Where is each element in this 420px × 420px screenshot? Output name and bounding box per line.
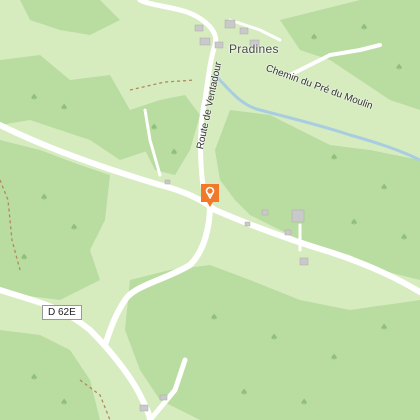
svg-text:♠: ♠ xyxy=(400,233,408,243)
svg-text:♠: ♠ xyxy=(330,353,338,363)
svg-text:♠: ♠ xyxy=(210,313,218,323)
place-label-pradines: Pradines xyxy=(229,42,279,56)
svg-text:♠: ♠ xyxy=(20,253,28,263)
map-canvas[interactable]: ♠ ♠ ♠ ♠ ♠ ♠ ♠ ♠ ♠ ♠ ♠ ♠ ♠ ♠ ♠ ♠ ♠ ♠ ♠ ♠ … xyxy=(0,0,420,420)
svg-text:♠: ♠ xyxy=(300,398,308,408)
svg-text:♠: ♠ xyxy=(360,23,368,33)
building xyxy=(244,221,251,227)
svg-text:♠: ♠ xyxy=(380,183,388,193)
building xyxy=(194,24,204,32)
road-ref-shield-d62e: D 62E xyxy=(42,305,82,320)
svg-text:♠: ♠ xyxy=(150,123,158,133)
building xyxy=(284,229,292,236)
svg-text:♠: ♠ xyxy=(170,148,178,158)
building xyxy=(164,179,171,185)
building xyxy=(214,41,224,49)
map-pin-icon xyxy=(201,184,219,207)
building xyxy=(239,27,249,35)
building xyxy=(159,394,168,401)
map-base-layer: ♠ ♠ ♠ ♠ ♠ ♠ ♠ ♠ ♠ ♠ ♠ ♠ ♠ ♠ ♠ ♠ ♠ ♠ ♠ ♠ … xyxy=(0,0,420,420)
building xyxy=(261,209,269,216)
svg-text:♠: ♠ xyxy=(380,323,388,333)
svg-text:♠: ♠ xyxy=(40,193,48,203)
svg-text:♠: ♠ xyxy=(60,103,68,113)
svg-text:♠: ♠ xyxy=(30,93,38,103)
svg-text:♠: ♠ xyxy=(270,333,278,343)
svg-text:♠: ♠ xyxy=(70,223,78,233)
building xyxy=(139,404,149,412)
building xyxy=(291,209,305,223)
svg-text:♠: ♠ xyxy=(330,153,338,163)
svg-text:♠: ♠ xyxy=(240,388,248,398)
svg-text:♠: ♠ xyxy=(350,218,358,228)
building xyxy=(299,257,309,266)
svg-text:♠: ♠ xyxy=(395,63,403,73)
building xyxy=(199,37,211,46)
building xyxy=(224,19,236,29)
svg-text:♠: ♠ xyxy=(310,33,318,43)
svg-text:♠: ♠ xyxy=(60,398,68,408)
svg-text:♠: ♠ xyxy=(30,373,38,383)
